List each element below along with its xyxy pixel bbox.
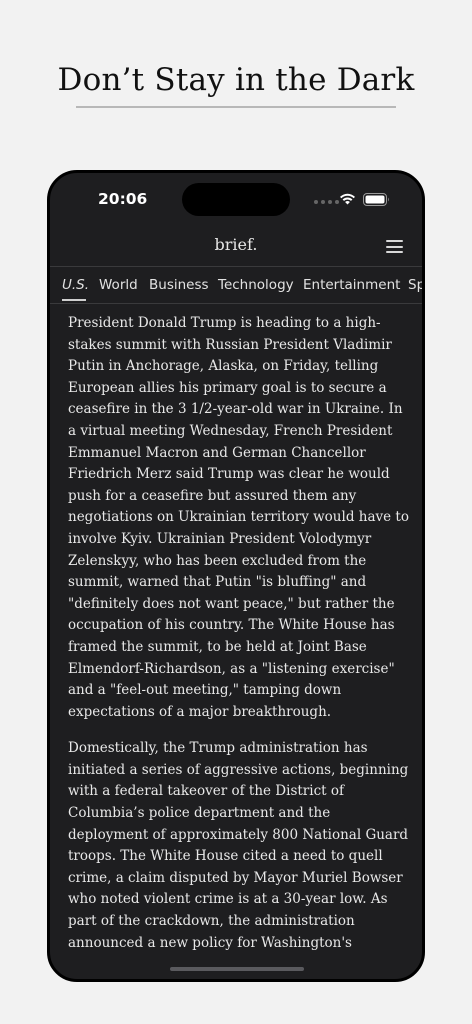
app-title: brief. (214, 235, 258, 254)
tab-sports[interactable]: Sp (408, 267, 422, 303)
cellular-signal-icon (314, 200, 339, 204)
headline-underline (76, 106, 396, 108)
tab-us[interactable]: U.S. (62, 267, 89, 303)
app-header: brief. (50, 231, 422, 267)
status-time: 20:06 (98, 190, 148, 208)
article-paragraph: Domestically, the Trump administration h… (68, 740, 409, 951)
tab-entertainment[interactable]: Entertainment (303, 267, 400, 303)
tab-business[interactable]: Business (149, 267, 209, 303)
article-paragraph: President Donald Trump is heading to a h… (68, 315, 409, 720)
article-body: President Donald Trump is heading to a h… (68, 313, 410, 969)
tab-technology[interactable]: Technology (218, 267, 294, 303)
active-tab-indicator (62, 299, 86, 301)
tab-world[interactable]: World (99, 267, 138, 303)
category-tabs: U.S. World Business Technology Entertain… (50, 266, 422, 304)
battery-icon (363, 193, 389, 206)
phone-frame: 20:06 brief. U.S. World Business Technol… (47, 170, 425, 982)
page-headline: Don’t Stay in the Dark (57, 62, 415, 98)
status-bar: 20:06 (50, 173, 422, 231)
home-indicator[interactable] (170, 967, 304, 971)
hamburger-menu-icon[interactable] (386, 240, 403, 253)
wifi-icon (340, 193, 355, 205)
dynamic-island (182, 183, 290, 216)
